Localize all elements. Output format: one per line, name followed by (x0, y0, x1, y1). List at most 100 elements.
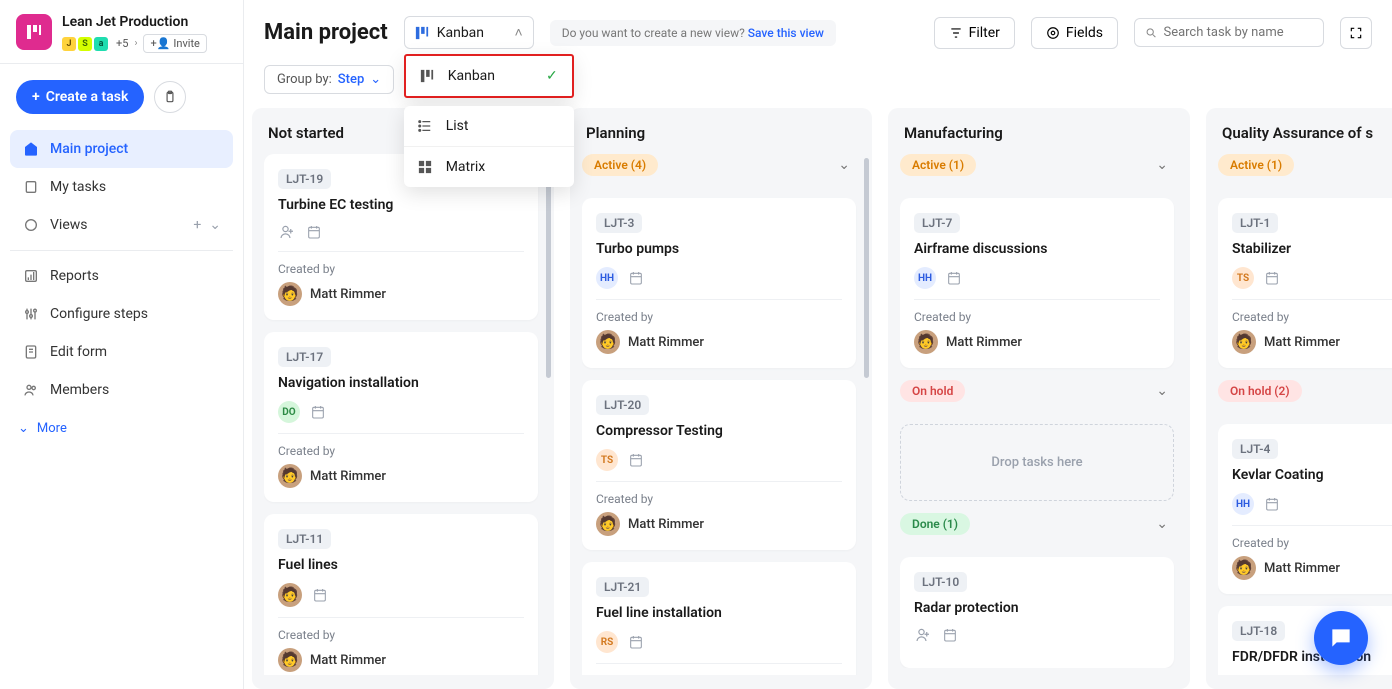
sidebar-item-members[interactable]: Members (10, 371, 233, 409)
plus-icon[interactable]: + (193, 217, 201, 233)
avatar[interactable]: DO (278, 401, 300, 423)
view-option-list[interactable]: List (404, 106, 574, 147)
check-icon: ✓ (546, 68, 558, 84)
invite-button[interactable]: +👤 Invite (143, 34, 206, 53)
drop-zone[interactable]: Drop tasks here (900, 424, 1174, 501)
search-input[interactable] (1163, 25, 1313, 40)
task-card[interactable]: LJT-10 Radar protection (900, 557, 1174, 668)
scrollbar[interactable] (864, 158, 869, 378)
clipboard-button[interactable] (154, 81, 186, 113)
task-card[interactable]: LJT-7 Airframe discussions HH Created by… (900, 198, 1174, 368)
sidebar-item-my-tasks[interactable]: My tasks (10, 168, 233, 206)
view-option-kanban[interactable]: Kanban ✓ (406, 56, 572, 96)
task-title: Compressor Testing (596, 423, 842, 439)
save-view-link[interactable]: Save this view (748, 26, 824, 40)
task-title: Radar protection (914, 600, 1160, 616)
create-task-button[interactable]: + Create a task (16, 80, 144, 114)
creator-row: 🧑 Matt Rimmer (1232, 330, 1392, 354)
fields-button[interactable]: Fields (1031, 17, 1118, 49)
divider (596, 481, 842, 482)
calendar-icon[interactable] (942, 627, 958, 643)
kanban-column: Quality Assurance of s Active (1) ⌄ LJT-… (1206, 108, 1392, 689)
calendar-icon[interactable] (628, 634, 644, 650)
created-by-label: Created by (1232, 310, 1392, 324)
task-id: LJT-18 (1232, 621, 1285, 641)
avatar[interactable]: HH (596, 267, 618, 289)
divider (914, 299, 1160, 300)
group-by-selector[interactable]: Group by: Step ⌄ (264, 65, 394, 94)
status-section-header[interactable]: Done (1) ⌄ (900, 513, 1174, 535)
task-title: Fuel line installation (596, 605, 842, 621)
task-card[interactable]: LJT-21 Fuel line installation RS Created… (582, 562, 856, 675)
more-button[interactable]: ⌄ More (0, 409, 243, 448)
assign-icon[interactable] (278, 223, 296, 241)
scrollbar[interactable] (546, 158, 551, 378)
task-card[interactable]: LJT-3 Turbo pumps HH Created by 🧑 Matt R… (582, 198, 856, 368)
avatar[interactable]: HH (914, 267, 936, 289)
chevron-down-icon[interactable]: ⌄ (1150, 155, 1174, 175)
status-badge: Active (1) (1218, 154, 1294, 176)
status-section-header[interactable]: On hold (2) ⌄ (1218, 380, 1392, 402)
chevron-up-icon: ˄ (515, 24, 523, 41)
calendar-icon[interactable] (312, 587, 328, 603)
creator-name: Matt Rimmer (628, 517, 704, 532)
sidebar-item-edit-form[interactable]: Edit form (10, 333, 233, 371)
calendar-icon[interactable] (1264, 270, 1280, 286)
extra-members-count[interactable]: +5 (116, 37, 128, 50)
sidebar-item-main-project[interactable]: Main project (10, 130, 233, 168)
chevron-down-icon[interactable]: ⌄ (1150, 514, 1174, 534)
sidebar-item-reports[interactable]: Reports (10, 257, 233, 295)
status-section-header[interactable]: Active (1) ⌄ (1218, 154, 1392, 176)
task-card[interactable]: LJT-17 Navigation installation DO Create… (264, 332, 538, 502)
sidebar: Lean Jet Production JSa +5 › +👤 Invite + (0, 0, 244, 689)
form-icon (22, 343, 40, 361)
task-card[interactable]: LJT-20 Compressor Testing TS Created by … (582, 380, 856, 550)
filter-button[interactable]: Filter (934, 17, 1015, 49)
status-badge: On hold (900, 380, 965, 402)
topbar: Main project Kanban ˄ Kanban ✓ (244, 0, 1392, 59)
assign-icon[interactable] (914, 626, 932, 644)
avatar[interactable]: 🧑 (278, 583, 302, 607)
view-selector-button[interactable]: Kanban ˄ (404, 16, 534, 49)
sidebar-item-configure-steps[interactable]: Configure steps (10, 295, 233, 333)
task-card[interactable]: LJT-4 Kevlar Coating HH Created by 🧑 Mat… (1218, 424, 1392, 594)
task-title: FDR/DFDR installation (1232, 649, 1392, 665)
chevron-down-icon: ⌄ (18, 421, 29, 436)
sidebar-item-views[interactable]: Views + ⌄ (10, 206, 233, 244)
calendar-icon[interactable] (628, 270, 644, 286)
chevron-down-icon[interactable]: ⌄ (832, 155, 856, 175)
expand-button[interactable] (1340, 17, 1372, 49)
status-section-header[interactable]: On hold ⌄ (900, 380, 1174, 402)
status-section-header[interactable]: Active (1) ⌄ (900, 154, 1174, 176)
view-option-matrix[interactable]: Matrix (404, 147, 574, 187)
status-badge: Active (1) (900, 154, 976, 176)
kanban-column: Planning Active (4) ⌄ LJT-3 Turbo pumps … (570, 108, 872, 689)
task-title: Navigation installation (278, 375, 524, 391)
calendar-icon[interactable] (310, 404, 326, 420)
created-by-label: Created by (278, 444, 524, 458)
avatar[interactable]: TS (1232, 267, 1254, 289)
calendar-icon[interactable] (306, 224, 322, 240)
task-title: Turbo pumps (596, 241, 842, 257)
avatar-stack: JSa (62, 37, 110, 51)
avatar[interactable]: TS (596, 449, 618, 471)
project-icon (22, 140, 40, 158)
reports-icon (22, 267, 40, 285)
chat-fab[interactable] (1314, 611, 1368, 665)
task-card[interactable]: LJT-1 Stabilizer TS Created by 🧑 Matt Ri… (1218, 198, 1392, 368)
calendar-icon[interactable] (628, 452, 644, 468)
chevron-down-icon[interactable]: ⌄ (1150, 381, 1174, 401)
status-section-header[interactable]: Active (4) ⌄ (582, 154, 856, 176)
chevron-right-icon[interactable]: › (134, 38, 137, 49)
task-card[interactable]: LJT-11 Fuel lines 🧑 Created by 🧑 Matt Ri… (264, 514, 538, 675)
avatar[interactable]: RS (596, 631, 618, 653)
avatar[interactable]: HH (1232, 493, 1254, 515)
search-box[interactable] (1134, 18, 1324, 47)
expand-icon (1349, 26, 1363, 40)
task-id: LJT-17 (278, 347, 331, 367)
task-id: LJT-7 (914, 213, 960, 233)
chevron-down-icon[interactable]: ⌄ (209, 217, 221, 233)
calendar-icon[interactable] (1264, 496, 1280, 512)
calendar-icon[interactable] (946, 270, 962, 286)
column-title: Planning (582, 122, 860, 144)
